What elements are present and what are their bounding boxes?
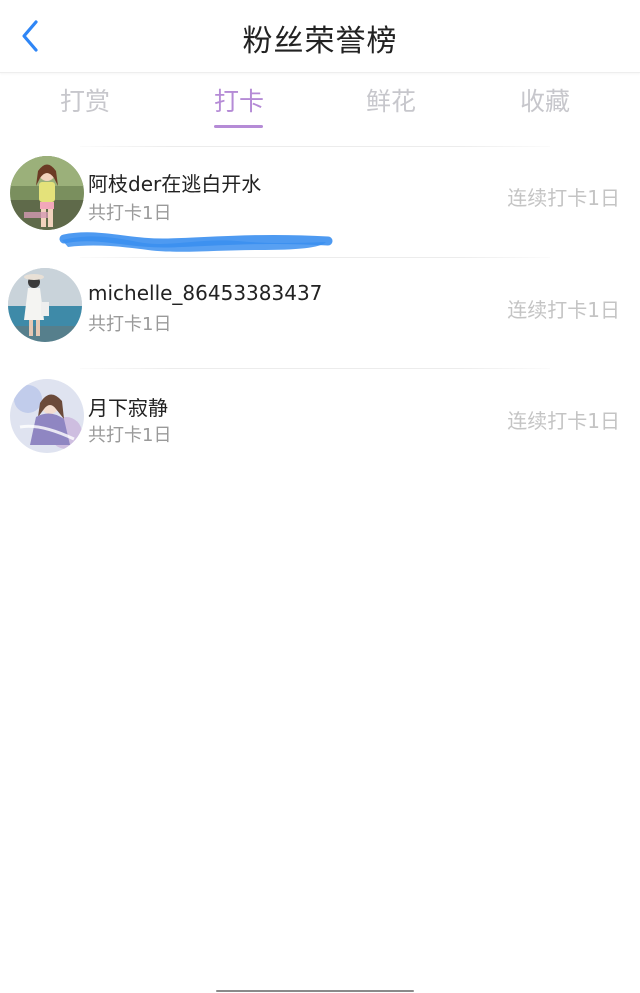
avatar-image xyxy=(10,379,84,453)
user-name: 阿枝der在逃白开水 xyxy=(88,172,262,196)
tab-flower[interactable]: 鲜花 xyxy=(331,82,451,118)
tab-favorite[interactable]: 收藏 xyxy=(485,82,605,118)
page-title: 粉丝荣誉榜 xyxy=(242,24,398,59)
avatar xyxy=(8,268,82,342)
home-indicator xyxy=(216,990,414,992)
tab-tip[interactable]: 打赏 xyxy=(25,82,145,118)
fan-honor-page: 粉丝荣誉榜 打赏 打卡 鲜花 收藏 阿枝der在逃白开水 共打卡1日 连续打卡1… xyxy=(0,0,640,993)
user-name: michelle_86453383437 xyxy=(88,281,323,305)
tab-bar: 打赏 打卡 鲜花 收藏 xyxy=(0,72,640,132)
total-checkin: 共打卡1日 xyxy=(88,425,172,446)
avatar xyxy=(10,156,84,230)
header-bar: 粉丝荣誉榜 xyxy=(0,0,640,73)
row-divider xyxy=(80,368,550,369)
tab-checkin[interactable]: 打卡 xyxy=(179,82,299,118)
streak-checkin: 连续打卡1日 xyxy=(507,409,620,433)
user-name: 月下寂静 xyxy=(88,396,168,420)
active-tab-indicator xyxy=(214,125,263,128)
streak-checkin: 连续打卡1日 xyxy=(507,186,620,210)
total-checkin: 共打卡1日 xyxy=(88,314,172,335)
row-divider xyxy=(80,146,550,147)
list-item[interactable]: michelle_86453383437 共打卡1日 连续打卡1日 xyxy=(0,257,640,369)
row-divider xyxy=(80,257,550,258)
avatar-image xyxy=(10,156,84,230)
total-checkin: 共打卡1日 xyxy=(88,203,172,224)
avatar xyxy=(10,379,84,453)
streak-checkin: 连续打卡1日 xyxy=(507,298,620,322)
avatar-image xyxy=(8,268,82,342)
list-item[interactable]: 月下寂静 共打卡1日 连续打卡1日 xyxy=(0,368,640,480)
